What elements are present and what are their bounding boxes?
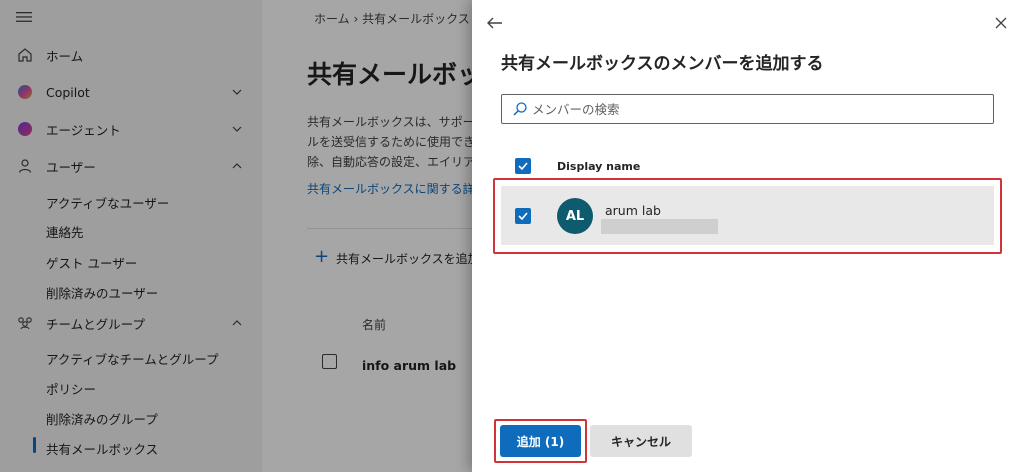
panel-title: 共有メールボックスのメンバーを追加する [501,54,824,74]
modal-overlay[interactable] [0,0,472,472]
highlight-box [493,178,1002,254]
add-members-panel: 共有メールボックスのメンバーを追加する Display name AL arum… [472,0,1024,472]
back-arrow-icon[interactable] [484,12,506,34]
search-icon [512,101,528,117]
cancel-button[interactable]: キャンセル [590,425,692,457]
add-button[interactable]: 追加 (1) [500,425,581,457]
search-box[interactable] [501,94,994,124]
search-input[interactable] [532,99,982,119]
close-icon[interactable] [991,13,1011,33]
select-all-checkbox[interactable] [515,158,531,174]
column-header-display-name[interactable]: Display name [557,160,640,173]
